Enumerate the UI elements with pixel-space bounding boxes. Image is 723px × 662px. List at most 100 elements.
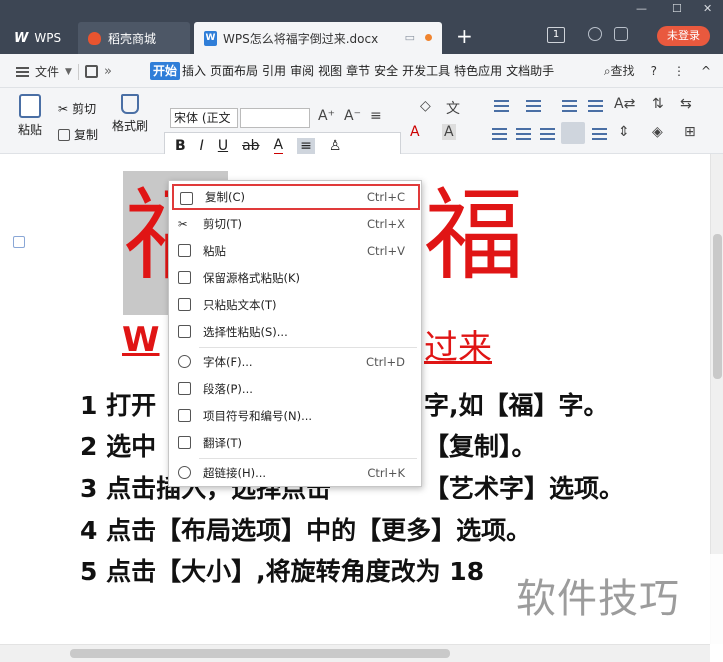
- format-painter-button[interactable]: 格式刷: [112, 94, 148, 134]
- document-heading-end: 过来: [424, 328, 492, 368]
- tab-special-apps[interactable]: 特色应用: [452, 62, 504, 80]
- horizontal-scroll-thumb[interactable]: [70, 649, 450, 658]
- settings-icon[interactable]: [588, 27, 602, 41]
- tab-references[interactable]: 引用: [260, 62, 288, 80]
- paste-text-icon: [178, 298, 191, 311]
- menu-item-shortcut: Ctrl+C: [366, 190, 405, 204]
- align-right-icon[interactable]: [540, 128, 555, 140]
- numbering-icon[interactable]: [526, 100, 541, 112]
- cut-button[interactable]: ✂ 剪切: [58, 100, 96, 117]
- format-painter-mini-icon[interactable]: ♙: [329, 138, 342, 154]
- show-marks-icon[interactable]: ⇆: [680, 96, 692, 112]
- text-direction-icon[interactable]: A⇄: [614, 96, 635, 112]
- format-painter-label: 格式刷: [112, 119, 149, 133]
- tab-insert[interactable]: 插入: [180, 62, 208, 80]
- char-shading-icon[interactable]: A: [442, 124, 456, 140]
- menu-item-font[interactable]: 字体(F)... Ctrl+D: [169, 349, 421, 375]
- add-tab-button[interactable]: +: [456, 24, 473, 48]
- distribute-icon[interactable]: [592, 128, 607, 140]
- align-left-icon[interactable]: [492, 128, 507, 140]
- more-options-button[interactable]: ⋮: [673, 64, 685, 78]
- menu-item-paragraph[interactable]: 段落(P)...: [169, 376, 421, 402]
- phonetic-icon[interactable]: 文: [446, 98, 460, 118]
- font-color-icon[interactable]: A: [410, 124, 420, 140]
- menu-item-shortcut: Ctrl+K: [367, 466, 405, 480]
- paragraph-layout-icon[interactable]: [13, 236, 25, 248]
- skin-icon[interactable]: [614, 27, 628, 41]
- menu-item-keep-source-format[interactable]: 保留源格式粘贴(K): [169, 265, 421, 291]
- tab-daoke-store[interactable]: 稻壳商城: [78, 22, 190, 54]
- decrease-indent-icon[interactable]: [562, 100, 577, 112]
- paragraph-spacing-icon[interactable]: ⇕: [618, 124, 630, 140]
- tab-home[interactable]: 开始: [150, 62, 181, 80]
- borders-icon[interactable]: ⊞: [684, 124, 696, 140]
- chevron-down-icon[interactable]: ▼: [65, 67, 72, 77]
- divider: [77, 63, 79, 80]
- save-icon[interactable]: [84, 65, 98, 78]
- justify-active-highlight: [561, 122, 585, 144]
- menu-item-paste-text-only[interactable]: 只粘贴文本(T): [169, 292, 421, 318]
- tab-developer[interactable]: 开发工具: [400, 62, 452, 80]
- tab-document[interactable]: W WPS怎么将福字倒过来.docx ▭: [194, 22, 442, 54]
- search-button[interactable]: ⌕查找: [604, 62, 635, 79]
- menu-item-cut[interactable]: ✂ 剪切(T) Ctrl+X: [169, 211, 421, 237]
- search-icon: ⌕: [603, 64, 611, 78]
- step-3-tail: 【艺术字】选项。: [424, 474, 625, 503]
- window-count-badge[interactable]: 1: [547, 27, 565, 43]
- menu-item-label: 选择性粘贴(S)...: [203, 325, 288, 339]
- bold-icon[interactable]: B: [175, 138, 186, 154]
- fu-character[interactable]: 福: [424, 186, 524, 286]
- menu-item-paste-special[interactable]: 选择性粘贴(S)...: [169, 319, 421, 345]
- screen-icon[interactable]: ▭: [405, 31, 415, 44]
- grow-font-icon[interactable]: A⁺: [318, 108, 335, 124]
- menu-item-bullets-numbering[interactable]: 项目符号和编号(N)...: [169, 403, 421, 429]
- menu-item-shortcut: Ctrl+D: [366, 355, 405, 369]
- clipboard-icon: [178, 244, 191, 257]
- menu-item-translate[interactable]: 翻译(T): [169, 430, 421, 456]
- italic-icon[interactable]: I: [200, 138, 204, 154]
- tab-doc-assistant[interactable]: 文档助手: [504, 62, 556, 80]
- tab-wps-home[interactable]: W WPS: [4, 22, 74, 54]
- tab-view[interactable]: 视图: [316, 62, 344, 80]
- vertical-scroll-thumb[interactable]: [713, 234, 722, 379]
- menu-item-label: 项目符号和编号(N)...: [203, 409, 313, 423]
- tab-review[interactable]: 审阅: [288, 62, 316, 80]
- paste-button[interactable]: 粘贴: [18, 94, 42, 138]
- more-arrows-icon[interactable]: »: [104, 64, 112, 79]
- help-button[interactable]: ?: [651, 64, 657, 78]
- menu-item-shortcut: Ctrl+X: [367, 217, 405, 231]
- tab-page-layout[interactable]: 页面布局: [208, 62, 260, 80]
- menu-item-hyperlink[interactable]: 超链接(H)... Ctrl+K: [169, 460, 421, 486]
- tab-security[interactable]: 安全: [372, 62, 400, 80]
- shading-icon[interactable]: ◈: [652, 124, 663, 140]
- strikethrough-icon[interactable]: ab: [242, 138, 259, 154]
- clear-format-icon[interactable]: ◇: [420, 98, 431, 114]
- align-mini-icon[interactable]: ≡: [297, 137, 315, 154]
- file-menu[interactable]: 文件: [35, 63, 59, 80]
- horizontal-scrollbar[interactable]: [0, 644, 710, 662]
- underline-icon[interactable]: U: [218, 138, 228, 154]
- increase-indent-icon[interactable]: [588, 100, 603, 112]
- watermark: 软件技巧: [510, 554, 723, 644]
- font-name-dropdown[interactable]: 宋体 (正文: [170, 108, 238, 128]
- close-icon[interactable]: ✕: [703, 2, 712, 15]
- collapse-ribbon-button[interactable]: ^: [701, 64, 711, 78]
- shrink-font-icon[interactable]: A⁻: [344, 108, 361, 124]
- link-icon: [178, 466, 191, 479]
- maximize-icon[interactable]: ☐: [672, 2, 682, 15]
- minimize-icon[interactable]: —: [636, 2, 647, 15]
- bullets-icon[interactable]: [494, 100, 509, 112]
- font-size-dropdown[interactable]: [240, 108, 310, 128]
- menu-item-paste[interactable]: 粘贴 Ctrl+V: [169, 238, 421, 264]
- login-button[interactable]: 未登录: [657, 26, 710, 46]
- menu-item-copy[interactable]: 复制(C) Ctrl+C: [172, 184, 420, 210]
- line-spacing-icon[interactable]: ≡: [370, 108, 382, 124]
- unsaved-dot-icon: [425, 34, 432, 41]
- tab-chapter[interactable]: 章节: [344, 62, 372, 80]
- align-center-icon[interactable]: [516, 128, 531, 140]
- paste-label: 粘贴: [18, 123, 43, 137]
- sort-icon[interactable]: ⇅: [652, 96, 664, 112]
- font-color-mini-icon[interactable]: A: [273, 137, 284, 155]
- hamburger-icon[interactable]: [16, 66, 29, 77]
- copy-button[interactable]: 复制: [58, 126, 98, 143]
